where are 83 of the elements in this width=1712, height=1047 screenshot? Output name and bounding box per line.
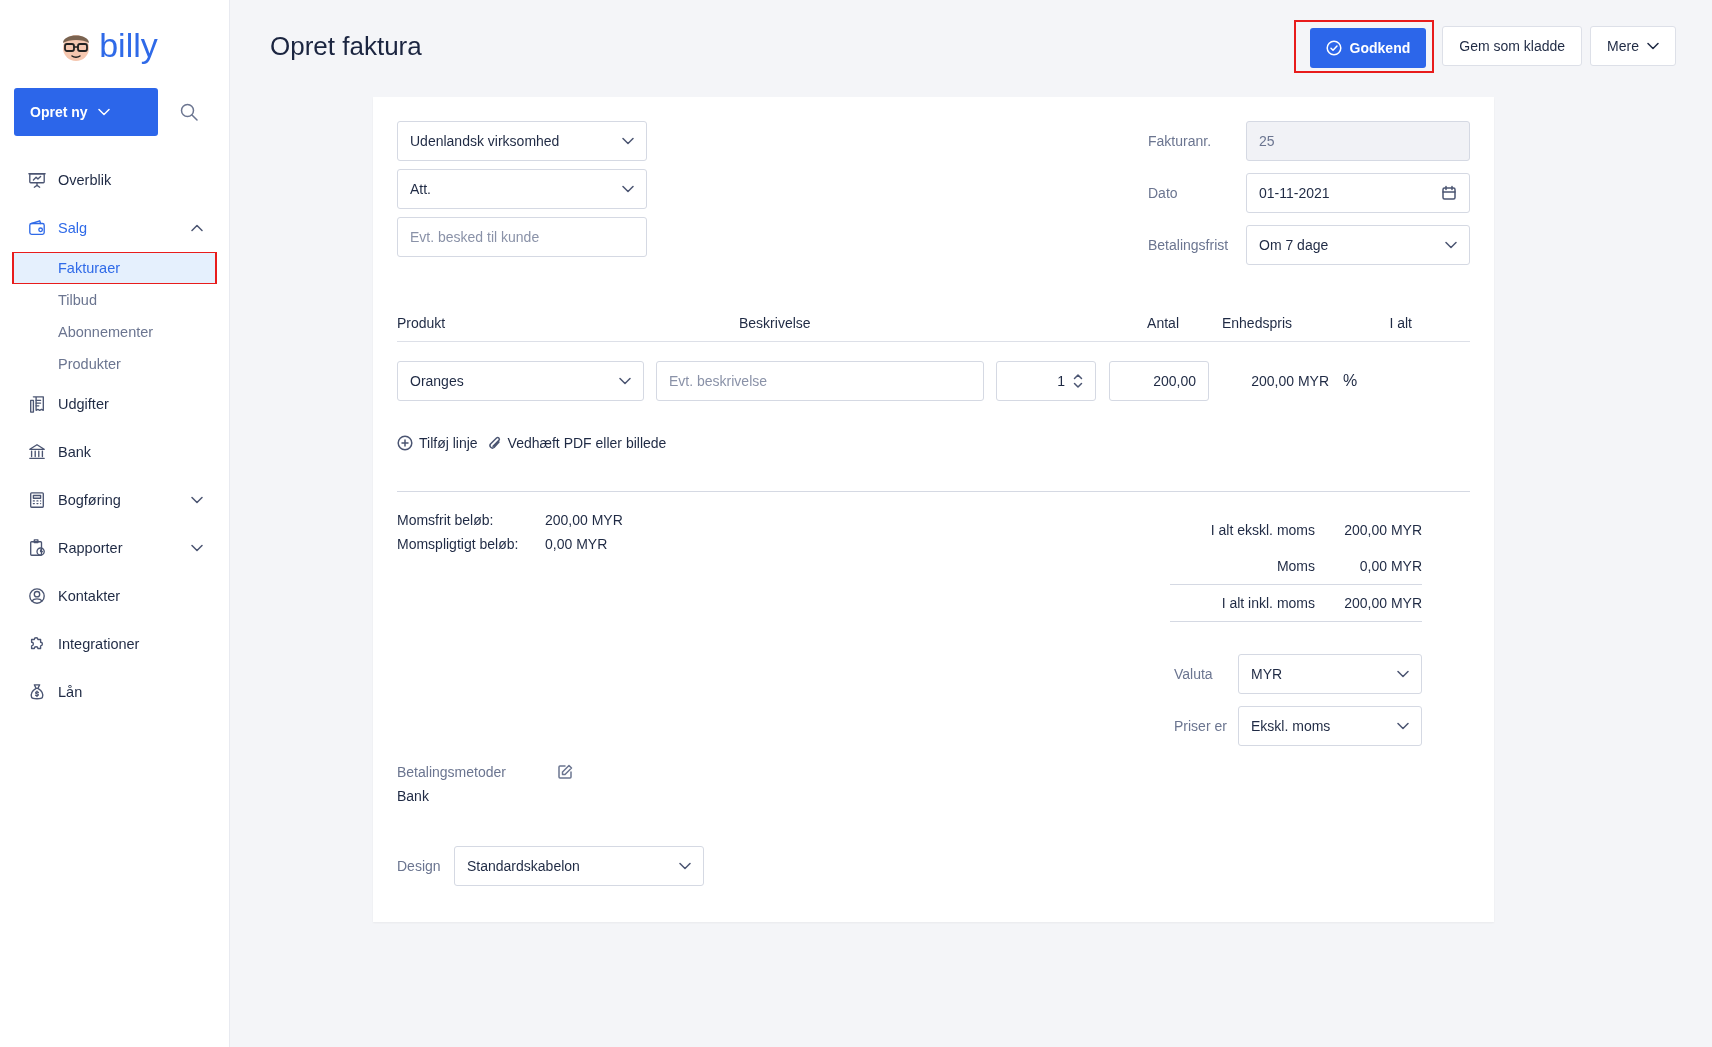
page-title: Opret faktura: [270, 30, 422, 62]
summary-value: 200,00 MYR: [545, 512, 623, 528]
check-circle-icon: [1325, 39, 1342, 56]
chevron-down-icon: [1445, 241, 1457, 249]
search-button[interactable]: [180, 103, 198, 121]
summary-label: Momsfrit beløb:: [397, 512, 495, 528]
sub-nav-item[interactable]: Tilbud: [12, 285, 217, 315]
wallet-icon: [28, 219, 46, 237]
dropdown-field[interactable]: Udenlandsk virksomhed: [397, 121, 647, 161]
sub-nav-item[interactable]: Abonnementer: [12, 317, 217, 347]
total-label: I alt ekskl. moms: [1209, 522, 1315, 538]
chevron-down-icon: [622, 137, 634, 145]
line-total: 200,00 MYR: [1250, 373, 1329, 389]
vat-toggle-button[interactable]: %: [1343, 372, 1358, 390]
chevron-down-icon: [679, 862, 691, 870]
edit-button[interactable]: [557, 764, 573, 780]
nav-item[interactable]: Lån: [12, 668, 217, 716]
save-draft-button[interactable]: Gem som kladde: [1442, 26, 1583, 66]
payment-method-text: Bank: [397, 788, 430, 804]
summary-label: Momspligtigt beløb:: [397, 536, 520, 552]
dropdown-field[interactable]: Om 7 dage: [1246, 225, 1470, 265]
field-label: Priser er: [1174, 718, 1228, 734]
presentation-board-icon: [28, 171, 46, 189]
calendar-icon: [1441, 185, 1457, 201]
column-header: Enhedspris: [1220, 315, 1292, 331]
quantity-stepper[interactable]: 1: [996, 361, 1096, 401]
receipts-icon: [28, 395, 46, 413]
chevron-down-icon: [622, 185, 634, 193]
chevron-down-icon: [1647, 42, 1659, 50]
nav-item[interactable]: Bank: [12, 428, 217, 476]
input-field: 25: [1246, 121, 1470, 161]
total-label: I alt inkl. moms: [1220, 595, 1315, 611]
bank-building-icon: [28, 443, 46, 461]
column-header: I alt: [1388, 315, 1412, 331]
add-line-link[interactable]: Tilføj linje: [397, 435, 478, 451]
nav-item[interactable]: Overblik: [12, 156, 217, 204]
dropdown-field[interactable]: Att.: [397, 169, 647, 209]
column-header: Produkt: [397, 315, 447, 331]
paperclip-icon: [487, 435, 502, 451]
clipboard-chart-icon: [28, 539, 46, 557]
money-bag-icon: [28, 683, 46, 701]
user-circle-icon: [28, 587, 46, 605]
chevron-down-icon: [1397, 722, 1409, 730]
search-icon: [180, 103, 198, 121]
column-header: Antal: [1146, 315, 1179, 331]
nav-item[interactable]: Rapporter: [12, 524, 217, 572]
field-label: Dato: [1148, 185, 1179, 201]
create-new-button[interactable]: Opret ny: [14, 88, 158, 136]
plus-circle-icon: [397, 435, 413, 451]
field-label: Valuta: [1174, 666, 1214, 682]
field-label: Design: [397, 858, 442, 874]
nav-item[interactable]: Salg: [12, 204, 217, 252]
nav-item[interactable]: Bogføring: [12, 476, 217, 524]
nav-item[interactable]: Kontakter: [12, 572, 217, 620]
total-value: 0,00 MYR: [1359, 558, 1422, 574]
stepper-arrows-icon: [1073, 373, 1083, 389]
unit-price-field[interactable]: 200,00: [1109, 361, 1209, 401]
nav-item[interactable]: Integrationer: [12, 620, 217, 668]
chevron-down-icon: [619, 377, 631, 385]
product-dropdown[interactable]: Oranges: [397, 361, 644, 401]
total-value: 200,00 MYR: [1344, 522, 1422, 538]
field-label: Fakturanr.: [1148, 133, 1213, 149]
date-field[interactable]: 01-11-2021: [1246, 173, 1470, 213]
approve-button[interactable]: Godkend: [1309, 27, 1427, 68]
more-dropdown-button[interactable]: Mere: [1590, 26, 1676, 66]
total-value: 200,00 MYR: [1344, 595, 1422, 611]
dropdown-field[interactable]: Standardskabelon: [454, 846, 704, 886]
dropdown-field[interactable]: Ekskl. moms: [1238, 706, 1422, 746]
edit-icon: [557, 764, 573, 780]
summary-value: 0,00 MYR: [545, 536, 609, 552]
nav-item[interactable]: Udgifter: [12, 380, 217, 428]
column-header: Beskrivelse: [739, 315, 812, 331]
field-label: Betalingsmetoder: [397, 764, 507, 780]
calculator-icon: [28, 491, 46, 509]
field-label: Betalingsfrist: [1148, 237, 1230, 253]
sub-nav-item[interactable]: Fakturaer: [14, 253, 215, 283]
total-label: Moms: [1275, 558, 1315, 574]
chevron-down-icon: [97, 108, 110, 116]
chevron-down-icon: [1397, 670, 1409, 678]
sub-nav-item[interactable]: Produkter: [12, 349, 217, 379]
logo-wordmark: billy: [99, 26, 158, 64]
attach-file-link[interactable]: Vedhæft PDF eller billede: [487, 435, 667, 451]
dropdown-field[interactable]: MYR: [1238, 654, 1422, 694]
